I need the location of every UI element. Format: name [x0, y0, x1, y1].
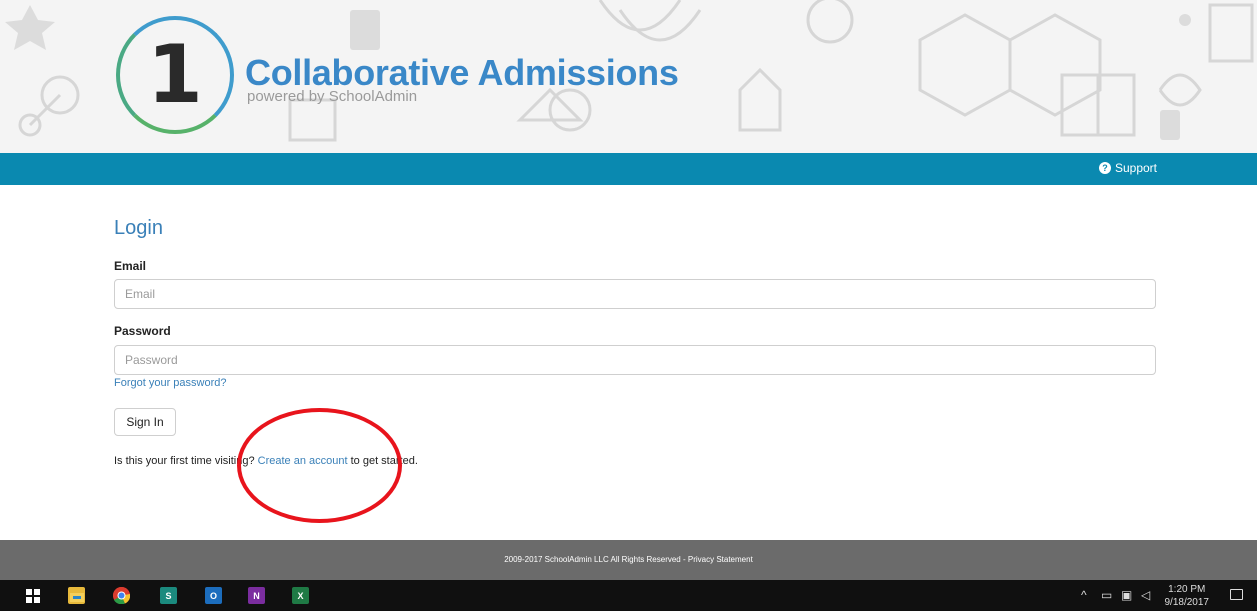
outlook-icon[interactable]: O: [205, 587, 222, 604]
excel-icon[interactable]: X: [292, 587, 309, 604]
clock-time: 1:20 PM: [1168, 584, 1206, 595]
privacy-statement-link[interactable]: Privacy Statement: [688, 555, 753, 564]
site-footer: 2009-2017 SchoolAdmin LLC All Rights Res…: [0, 540, 1257, 580]
nav-bar: ? Support: [0, 153, 1257, 185]
login-title: Login: [114, 217, 163, 239]
site-header: 1 Collaborative Admissions powered by Sc…: [0, 0, 1257, 153]
login-form: Login Email Password Forgot your passwor…: [114, 200, 1157, 467]
battery-icon[interactable]: ▭: [1101, 588, 1112, 602]
email-label: Email: [114, 259, 147, 273]
clock-date: 9/18/2017: [1164, 597, 1210, 608]
notification-icon[interactable]: [1230, 589, 1243, 600]
taskbar: S O N X ^ ▭ ▣ ◁ 1:20 PM 9/18/2017: [0, 580, 1257, 611]
chevron-up-icon[interactable]: ^: [1081, 588, 1087, 602]
first-time-text: Is this your first time visiting? Create…: [114, 455, 418, 467]
windows-start-icon[interactable]: [24, 587, 41, 604]
forgot-password-link[interactable]: Forgot your password?: [114, 377, 227, 389]
support-link[interactable]: ? Support: [1098, 161, 1157, 175]
password-input[interactable]: [114, 345, 1156, 375]
email-input[interactable]: [114, 279, 1156, 309]
create-account-link[interactable]: Create an account: [258, 455, 348, 467]
chrome-icon[interactable]: [113, 587, 130, 604]
login-page: 1 Collaborative Admissions powered by Sc…: [0, 0, 1257, 611]
network-icon[interactable]: ▣: [1121, 588, 1132, 602]
file-explorer-icon[interactable]: [68, 587, 85, 604]
onenote-icon[interactable]: N: [248, 587, 265, 604]
copyright-text: 2009-2017 SchoolAdmin LLC All Rights Res…: [504, 555, 686, 564]
first-time-prefix: Is this your first time visiting?: [114, 455, 255, 467]
system-tray: ^ ▭ ▣ ◁ 1:20 PM 9/18/2017: [997, 580, 1257, 611]
volume-icon[interactable]: ◁: [1141, 588, 1150, 602]
sign-in-button[interactable]: Sign In: [114, 408, 176, 436]
clock[interactable]: 1:20 PM 9/18/2017: [1165, 583, 1210, 609]
password-label: Password: [114, 324, 171, 338]
first-time-suffix: to get started.: [350, 455, 418, 467]
logo-circle: 1: [116, 16, 234, 134]
question-circle-icon: ?: [1098, 162, 1111, 174]
brand-subtitle: powered by SchoolAdmin: [247, 88, 418, 105]
support-label: Support: [1114, 161, 1157, 175]
sway-icon[interactable]: S: [160, 587, 177, 604]
logo-number: 1: [147, 28, 203, 121]
